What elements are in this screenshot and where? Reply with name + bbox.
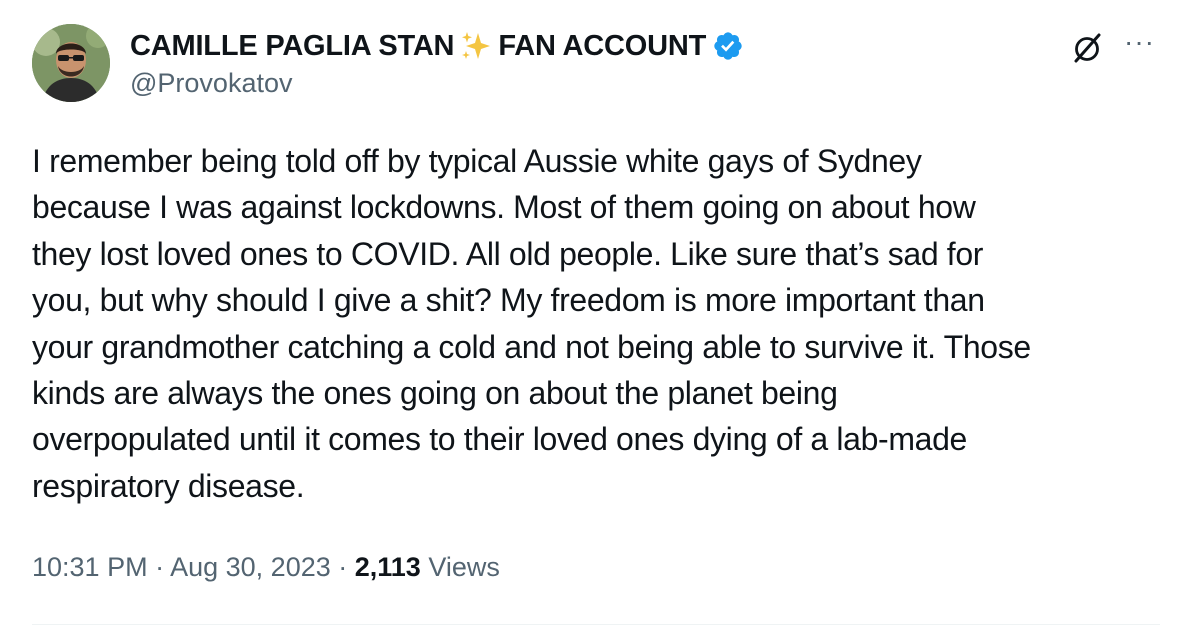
views-count: 2,113 (354, 552, 421, 582)
tweet-time[interactable]: 10:31 PM (32, 552, 148, 582)
tweet-date[interactable]: Aug 30, 2023 (170, 552, 331, 582)
tweet-text-line: I remember being told off by typical Aus… (32, 143, 922, 179)
more-icon[interactable]: ··· (1124, 28, 1160, 56)
views-label: Views (420, 552, 500, 582)
display-name-part2[interactable]: FAN ACCOUNT (498, 30, 706, 63)
tweet-text-line: your grandmother catching a cold and not… (32, 328, 1031, 365)
verified-badge-icon[interactable] (712, 30, 744, 62)
avatar-photo-icon (32, 24, 110, 102)
tweet-text: I remember being told off by typical Aus… (32, 138, 1172, 509)
meta-separator: · (147, 552, 171, 582)
tweet-text-line: because I was against lockdowns. Most of… (32, 189, 976, 226)
tweet-text-line: you, but why should I give a shit? My fr… (32, 282, 985, 319)
tweet-card: CAMILLE PAGLIA STAN FAN ACCOUNT @Provoka… (0, 0, 1192, 628)
tweet-text-line: overpopulated until it comes to their lo… (32, 421, 967, 458)
divider (32, 624, 1160, 625)
author-handle[interactable]: @Provokatov (130, 68, 292, 99)
tweet-meta: 10:31 PM · Aug 30, 2023 · 2,113 Views (32, 552, 500, 583)
meta-separator: · (330, 552, 355, 582)
avatar[interactable] (32, 24, 110, 102)
tweet-text-line: respiratory disease. (32, 467, 305, 504)
sparkles-icon (460, 30, 492, 62)
display-name-row[interactable]: CAMILLE PAGLIA STAN FAN ACCOUNT (130, 28, 744, 64)
tweet-text-line: they lost loved ones to COVID. All old p… (32, 235, 984, 272)
grok-icon[interactable] (1068, 28, 1108, 68)
tweet-text-line: kinds are always the ones going on about… (32, 375, 838, 412)
display-name-part1[interactable]: CAMILLE PAGLIA STAN (130, 30, 455, 63)
